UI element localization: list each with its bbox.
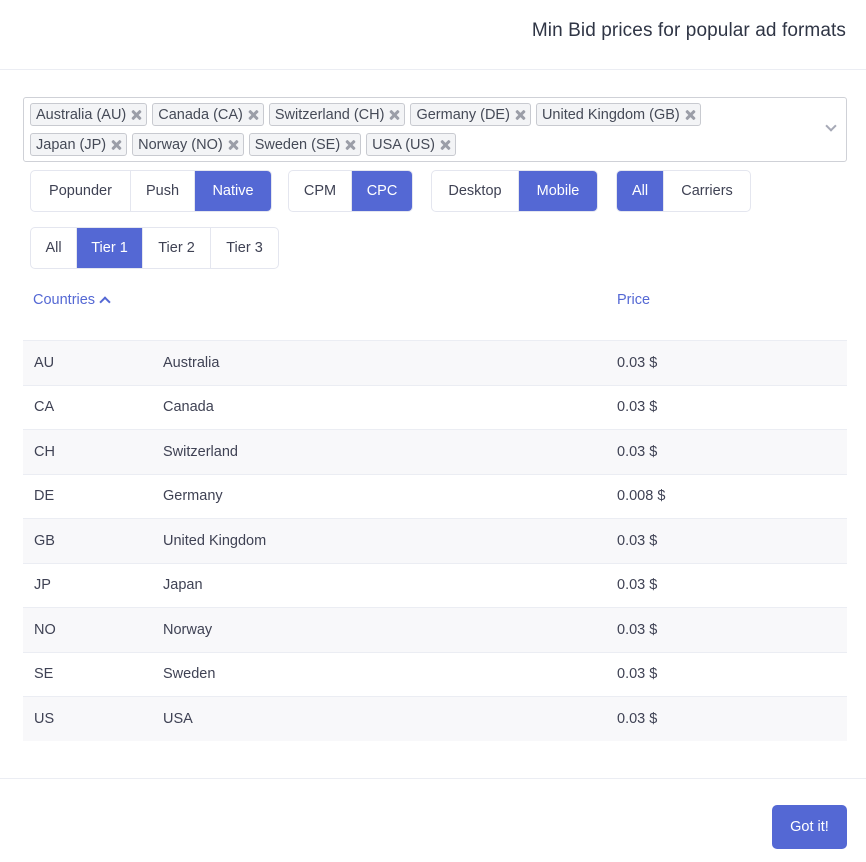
remove-tag-icon[interactable] (514, 109, 526, 121)
country-code: NO (34, 621, 56, 638)
chevron-up-icon (99, 296, 111, 308)
tag-label: Australia (AU) (36, 106, 127, 123)
got-it-button[interactable]: Got it! (772, 805, 847, 849)
ad-format-push[interactable]: Push (131, 171, 195, 211)
country-code: JP (34, 577, 51, 594)
country-tag: Canada (CA) (152, 103, 264, 126)
price-value: 0.03 $ (617, 577, 658, 594)
country-name: Sweden (163, 666, 216, 683)
price-table-body: AU Australia 0.03 $ CA Canada 0.03 $ CH Switzer… (23, 340, 847, 741)
tag-label: Japan (JP) (36, 136, 107, 153)
country-multiselect[interactable]: Australia (AU) Canada (CA) Switzerland (… (23, 97, 847, 162)
country-name: United Kingdom (163, 532, 267, 549)
country-tag: Switzerland (CH) (268, 103, 406, 126)
ad-format-native[interactable]: Native (195, 171, 271, 211)
table-row: JP Japan 0.03 $ (23, 562, 847, 608)
table-row: US USA 0.03 $ (23, 696, 847, 741)
country-code: AU (34, 354, 55, 371)
price-value: 0.03 $ (617, 354, 658, 371)
country-code: US (34, 710, 55, 727)
remove-tag-icon[interactable] (227, 139, 239, 151)
tier-all[interactable]: All (31, 228, 77, 268)
table-row: DE Germany 0.008 $ (23, 473, 847, 519)
country-name: Australia (163, 354, 220, 371)
tag-label: Germany (DE) (416, 106, 510, 123)
country-tag: Sweden (SE) (248, 133, 362, 156)
table-row: GB United Kingdom 0.03 $ (23, 518, 847, 563)
price-value: 0.03 $ (617, 399, 658, 416)
ad-format-popunder[interactable]: Popunder (31, 171, 131, 211)
remove-tag-icon[interactable] (388, 109, 400, 121)
tag-label: Switzerland (CH) (274, 106, 385, 123)
price-value: 0.03 $ (617, 532, 658, 549)
table-row: SE Sweden 0.03 $ (23, 651, 847, 697)
tier-toggle: All Tier 1 Tier 2 Tier 3 (30, 227, 279, 269)
country-tag: USA (US) (366, 133, 456, 156)
modal-title: Min Bid prices for popular ad formats (531, 20, 846, 41)
country-name: Canada (163, 399, 214, 416)
device-toggle: Desktop Mobile (431, 170, 598, 212)
column-header-price[interactable]: Price (617, 292, 650, 308)
country-name: Germany (163, 488, 223, 505)
country-code: GB (34, 532, 55, 549)
price-value: 0.03 $ (617, 443, 658, 460)
pricing-cpm[interactable]: CPM (289, 171, 352, 211)
pricing-cpc[interactable]: CPC (352, 171, 412, 211)
tag-row: Japan (JP) Norway (NO) Sweden (SE) USA (… (30, 133, 790, 156)
country-code: CH (34, 443, 55, 460)
connection-all[interactable]: All (617, 171, 664, 211)
remove-tag-icon[interactable] (247, 109, 259, 121)
footer-divider (0, 778, 866, 779)
country-tag: United Kingdom (GB) (535, 103, 701, 126)
tag-label: USA (US) (372, 136, 435, 153)
country-tag: Germany (DE) (410, 103, 531, 126)
country-name: USA (163, 710, 193, 727)
price-value: 0.008 $ (617, 488, 666, 505)
tier-3[interactable]: Tier 3 (211, 228, 278, 268)
tag-label: Sweden (SE) (254, 136, 341, 153)
remove-tag-icon[interactable] (344, 139, 356, 151)
modal-header: Min Bid prices for popular ad formats (0, 0, 866, 70)
country-tag: Norway (NO) (132, 133, 244, 156)
price-value: 0.03 $ (617, 710, 658, 727)
country-tag: Japan (JP) (30, 133, 128, 156)
connection-toggle: All Carriers (616, 170, 751, 212)
price-value: 0.03 $ (617, 666, 658, 683)
remove-tag-icon[interactable] (110, 139, 122, 151)
price-value: 0.03 $ (617, 621, 658, 638)
tier-1[interactable]: Tier 1 (77, 228, 143, 268)
column-header-countries[interactable]: Countries (33, 292, 111, 308)
country-name: Switzerland (163, 443, 238, 460)
connection-carriers[interactable]: Carriers (664, 171, 750, 211)
device-mobile[interactable]: Mobile (519, 171, 597, 211)
pricing-model-toggle: CPM CPC (288, 170, 413, 212)
tag-label: United Kingdom (GB) (541, 106, 680, 123)
ad-format-toggle: Popunder Push Native (30, 170, 272, 212)
tag-row: Australia (AU) Canada (CA) Switzerland (… (30, 103, 790, 126)
chevron-down-icon[interactable] (825, 122, 837, 134)
country-name: Japan (163, 577, 203, 594)
selected-country-tags: Australia (AU) Canada (CA) Switzerland (… (30, 103, 790, 163)
remove-tag-icon[interactable] (130, 109, 142, 121)
table-row: CA Canada 0.03 $ (23, 384, 847, 430)
table-row: AU Australia 0.03 $ (23, 340, 847, 385)
tag-label: Canada (CA) (158, 106, 243, 123)
tier-2[interactable]: Tier 2 (143, 228, 211, 268)
country-code: SE (34, 666, 54, 683)
table-row: CH Switzerland 0.03 $ (23, 429, 847, 474)
table-row: NO Norway 0.03 $ (23, 607, 847, 652)
column-header-countries-label: Countries (33, 292, 96, 308)
country-name: Norway (163, 621, 213, 638)
country-tag: Australia (AU) (30, 103, 148, 126)
country-code: DE (34, 488, 55, 505)
device-desktop[interactable]: Desktop (432, 171, 519, 211)
tag-label: Norway (NO) (138, 136, 223, 153)
country-code: CA (34, 399, 55, 416)
remove-tag-icon[interactable] (684, 109, 696, 121)
remove-tag-icon[interactable] (439, 139, 451, 151)
